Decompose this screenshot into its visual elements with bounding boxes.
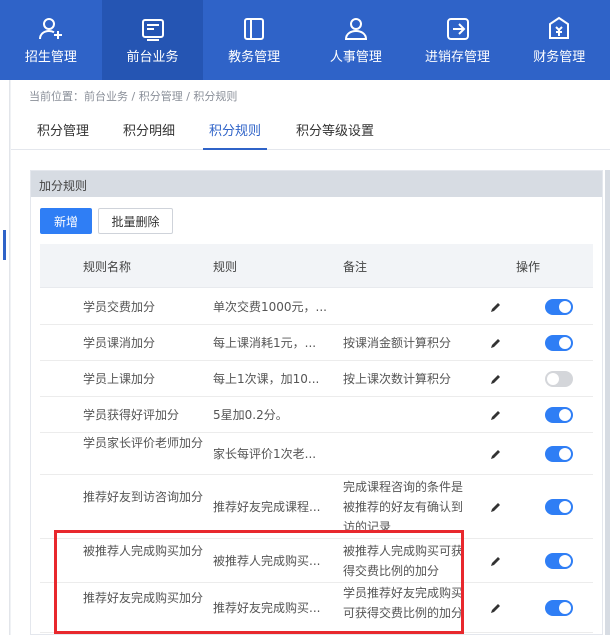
rule-text: 家长每评价1次老... [213, 447, 317, 461]
toggle-knob [559, 409, 571, 421]
rule-text: 5星加0.2分。 [213, 408, 288, 422]
nav-item-enrollment[interactable]: 招生管理 [0, 0, 102, 80]
rule-remark: 完成课程咨询的条件是被推荐的好友有确认到访的记录 [343, 480, 464, 534]
header-rule-name: 规则名称 [83, 260, 132, 274]
highlight-box [54, 530, 464, 634]
nav-item-hr[interactable]: 人事管理 [305, 0, 407, 80]
rule-name: 学员获得好评加分 [83, 408, 180, 422]
rule-remark: 按上课次数计算积分 [343, 372, 452, 386]
add-button[interactable]: 新增 [40, 208, 92, 234]
rule-name: 学员交费加分 [83, 300, 156, 314]
add-user-icon [38, 17, 62, 39]
user-icon [344, 17, 367, 40]
enable-toggle[interactable] [545, 335, 573, 351]
tab-bar: 积分管理 积分明细 积分规则 积分等级设置 [11, 112, 610, 150]
table-row: 学员上课加分 每上1次课，加10... 按上课次数计算积分 [40, 361, 593, 397]
nav-item-inventory[interactable]: 进销存管理 [407, 0, 509, 80]
enable-toggle[interactable] [545, 299, 573, 315]
sidebar-active-marker [3, 230, 6, 260]
enable-toggle[interactable] [545, 407, 573, 423]
enable-toggle[interactable] [545, 499, 573, 515]
tab-points-rules[interactable]: 积分规则 [203, 120, 267, 150]
toggle-knob [559, 337, 571, 349]
toggle-knob [559, 501, 571, 513]
edit-pencil-icon[interactable] [489, 300, 503, 314]
toggle-knob [559, 448, 571, 460]
edit-pencil-icon[interactable] [489, 554, 503, 568]
rule-text: 推荐好友完成课程... [213, 500, 321, 514]
toggle-knob [559, 301, 571, 313]
inventory-icon [446, 17, 469, 40]
edit-pencil-icon[interactable] [489, 408, 503, 422]
rule-name: 学员家长评价老师加分 [83, 436, 204, 450]
edit-pencil-icon[interactable] [489, 372, 503, 386]
top-nav-bar: 招生管理 前台业务 教务管理 人事管理 进销存管理 财务管理 [0, 0, 610, 80]
toggle-knob [559, 555, 571, 567]
book-icon [244, 17, 265, 40]
enable-toggle[interactable] [545, 600, 573, 616]
header-rule: 规则 [213, 260, 238, 274]
table-row: 学员获得好评加分 5星加0.2分。 [40, 397, 593, 433]
toggle-knob [547, 373, 559, 385]
rule-name: 学员上课加分 [83, 372, 156, 386]
edit-pencil-icon[interactable] [489, 500, 503, 514]
tab-points-management[interactable]: 积分管理 [37, 120, 89, 150]
tab-points-details[interactable]: 积分明细 [123, 120, 175, 150]
panel-title: 加分规则 [31, 171, 602, 197]
enable-toggle[interactable] [545, 446, 573, 462]
header-remark: 备注 [343, 260, 368, 274]
rule-text: 每上1次课，加10... [213, 372, 320, 386]
rule-text: 每上课消耗1元，... [213, 336, 317, 350]
left-sidebar-edge [0, 80, 10, 635]
breadcrumb: 当前位置：前台业务 / 积分管理 / 积分规则 [29, 90, 238, 103]
rule-name: 推荐好友到访咨询加分 [83, 490, 204, 504]
nav-item-finance[interactable]: 财务管理 [508, 0, 610, 80]
enable-toggle[interactable] [545, 371, 573, 387]
rule-name: 学员课消加分 [83, 336, 156, 350]
toggle-knob [559, 602, 571, 614]
header-action: 操作 [516, 260, 541, 274]
rule-text: 单次交费1000元，... [213, 300, 327, 314]
batch-delete-button[interactable]: 批量删除 [98, 208, 173, 234]
table-row: 学员交费加分 单次交费1000元，... [40, 288, 593, 325]
edit-pencil-icon[interactable] [489, 336, 503, 350]
table-header: 规则名称 规则 备注 操作 [40, 244, 593, 288]
enable-toggle[interactable] [545, 553, 573, 569]
edit-pencil-icon[interactable] [489, 601, 503, 615]
nav-item-reception[interactable]: 前台业务 [101, 0, 204, 80]
table-row: 学员课消加分 每上课消耗1元，... 按课消金额计算积分 [40, 325, 593, 361]
right-panel-edge [605, 170, 610, 635]
reception-icon [141, 18, 164, 41]
finance-icon [549, 16, 570, 39]
rule-remark: 按课消金额计算积分 [343, 336, 452, 350]
table-row: 学员家长评价老师加分 家长每评价1次老... [40, 433, 593, 475]
nav-item-academic[interactable]: 教务管理 [203, 0, 305, 80]
tab-points-level-settings[interactable]: 积分等级设置 [296, 120, 374, 150]
edit-pencil-icon[interactable] [489, 447, 503, 461]
